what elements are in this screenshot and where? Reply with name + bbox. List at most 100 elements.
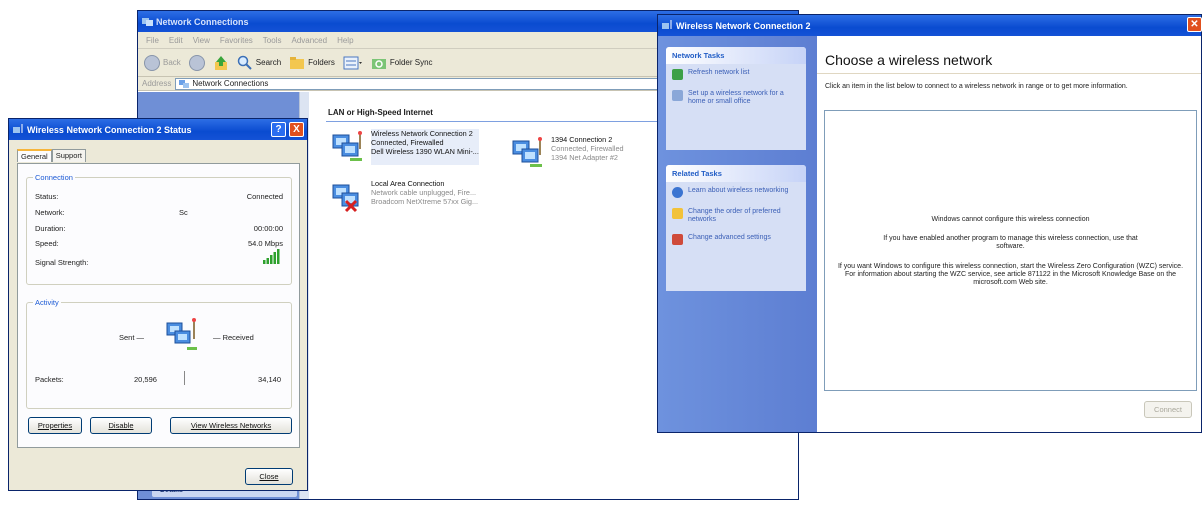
status-titlebar[interactable]: Wireless Network Connection 2 Status ? X [9, 119, 307, 140]
tab-general[interactable]: General [17, 149, 52, 162]
menu-edit[interactable]: Edit [169, 36, 183, 45]
views-icon [343, 56, 362, 69]
folder-sync-button[interactable]: Folder Sync [371, 55, 433, 71]
connection-item-1394[interactable]: 1394 Connection 2 Connected, Firewalled … [510, 135, 624, 171]
wireless-titlebar[interactable]: Wireless Network Connection 2 ✕ [658, 15, 1202, 36]
tab-support[interactable]: Support [51, 149, 86, 162]
duration-label: Duration: [35, 224, 66, 233]
learn-wireless-link[interactable]: Learn about wireless networking [666, 182, 806, 203]
section-divider [326, 121, 686, 122]
forward-arrow-icon [188, 54, 205, 71]
connection-device: Dell Wireless 1390 WLAN Mini-... [371, 147, 479, 156]
connection-group-label: Connection [33, 173, 75, 182]
related-tasks-header[interactable]: Related Tasks [666, 165, 806, 182]
forward-button[interactable] [188, 54, 205, 71]
activity-computers-icon [166, 318, 197, 350]
wireless-connection-icon [332, 131, 362, 161]
lan-connection-disconnected-icon [332, 184, 359, 213]
menu-view[interactable]: View [193, 36, 210, 45]
connection-item-wireless[interactable]: Wireless Network Connection 2 Connected,… [330, 129, 479, 165]
signal-strength-label: Signal Strength: [35, 258, 89, 267]
section-heading: LAN or High-Speed Internet [328, 108, 433, 117]
up-folder-icon [214, 55, 227, 70]
connection-status: Network cable unplugged, Fire... [371, 188, 477, 197]
close-icon[interactable]: ✕ [1187, 17, 1202, 32]
folder-sync-icon [371, 58, 386, 69]
help-button[interactable]: ? [271, 122, 286, 137]
activity-group-label: Activity [33, 298, 61, 307]
packets-label: Packets: [35, 375, 64, 384]
received-label: — Received [213, 333, 254, 342]
network-tasks-header[interactable]: Network Tasks [666, 47, 806, 64]
properties-button[interactable]: Properties [28, 417, 82, 434]
activity-group: Activity Sent — — Received Packets: 20,5… [26, 298, 292, 409]
close-button[interactable]: Close [245, 468, 293, 485]
wireless-task-pane: Network Tasks Refresh network list Set u… [658, 36, 817, 432]
explorer-title: Network Connections [156, 16, 249, 27]
status-tabs: General Support [17, 149, 86, 162]
refresh-network-list-link[interactable]: Refresh network list [666, 64, 806, 85]
connection-device: Broadcom NetXtreme 57xx Gig... [371, 197, 479, 206]
menu-tools[interactable]: Tools [263, 36, 282, 45]
status-title: Wireless Network Connection 2 Status [27, 124, 192, 135]
connection-status: Connected, Firewalled [551, 144, 624, 153]
up-button[interactable] [213, 55, 229, 71]
connection-device: 1394 Net Adapter #2 [551, 153, 618, 162]
menu-help[interactable]: Help [337, 36, 353, 45]
wireless-main-pane: Choose a wireless network Click an item … [817, 36, 1201, 432]
setup-wireless-network-link[interactable]: Set up a wireless network for a home or … [666, 85, 806, 111]
status-label: Status: [35, 192, 59, 201]
wireless-icon [13, 124, 23, 133]
menu-file[interactable]: File [146, 36, 159, 45]
address-field[interactable]: Network Connections [175, 77, 698, 90]
cannot-configure-message: Windows cannot configure this wireless c… [931, 216, 1090, 223]
change-advanced-settings-link[interactable]: Change advanced settings [666, 229, 806, 250]
change-order-link[interactable]: Change the order of preferred networks [666, 203, 806, 229]
menu-favorites[interactable]: Favorites [220, 36, 253, 45]
views-button[interactable] [343, 55, 363, 71]
connection-name: Wireless Network Connection 2 [371, 129, 473, 138]
connection-name: Local Area Connection [371, 179, 445, 188]
setup-wireless-icon [672, 90, 683, 101]
wireless-network-window: Wireless Network Connection 2 ✕ Network … [657, 14, 1202, 433]
view-wireless-networks-button[interactable]: View Wireless Networks [170, 417, 292, 434]
back-button[interactable]: Back [144, 54, 181, 71]
network-connections-icon [142, 18, 153, 26]
wzc-service-message: If you want Windows to configure this wi… [837, 263, 1184, 286]
network-folder-icon [179, 79, 190, 88]
speed-value: 54.0 Mbps [247, 239, 283, 248]
settings-icon [672, 234, 683, 245]
folders-button[interactable]: Folders [289, 55, 335, 71]
close-icon[interactable]: X [289, 122, 304, 137]
connection-name: 1394 Connection 2 [551, 135, 613, 144]
network-value: Sc [179, 208, 188, 217]
instruction-text: Click an item in the list below to conne… [825, 83, 1128, 90]
signal-strength-icon [263, 249, 280, 264]
folders-icon [290, 56, 305, 69]
speed-label: Speed: [35, 239, 59, 248]
packets-received: 34,140 [258, 375, 281, 384]
wireless-title: Wireless Network Connection 2 [676, 20, 811, 31]
address-label: Address [142, 79, 172, 88]
network-tasks-panel: Network Tasks Refresh network list Set u… [666, 47, 806, 150]
heading-divider [817, 73, 1201, 74]
connection-item-lan[interactable]: Local Area Connection Network cable unpl… [330, 179, 478, 215]
connection-status: Connected, Firewalled [371, 138, 444, 147]
star-icon [672, 208, 683, 219]
duration-value: 00:00:00 [253, 224, 283, 233]
search-button[interactable]: Search [237, 55, 281, 71]
network-label: Network: [35, 208, 65, 217]
wireless-icon [662, 20, 672, 29]
other-program-message: If you have enabled another program to m… [883, 235, 1138, 250]
related-tasks-panel: Related Tasks Learn about wireless netwo… [666, 165, 806, 291]
connection-group: Connection Status: Connected Network: Sc… [26, 173, 292, 285]
back-arrow-icon [144, 54, 160, 71]
1394-connection-icon [512, 137, 542, 167]
wireless-network-list[interactable]: Windows cannot configure this wireless c… [824, 110, 1197, 391]
refresh-icon [672, 69, 683, 80]
status-value: Connected [246, 192, 283, 201]
disable-button[interactable]: Disable [90, 417, 152, 434]
connect-button[interactable]: Connect [1144, 401, 1192, 418]
general-tab-panel: Connection Status: Connected Network: Sc… [17, 163, 300, 448]
menu-advanced[interactable]: Advanced [291, 36, 327, 45]
